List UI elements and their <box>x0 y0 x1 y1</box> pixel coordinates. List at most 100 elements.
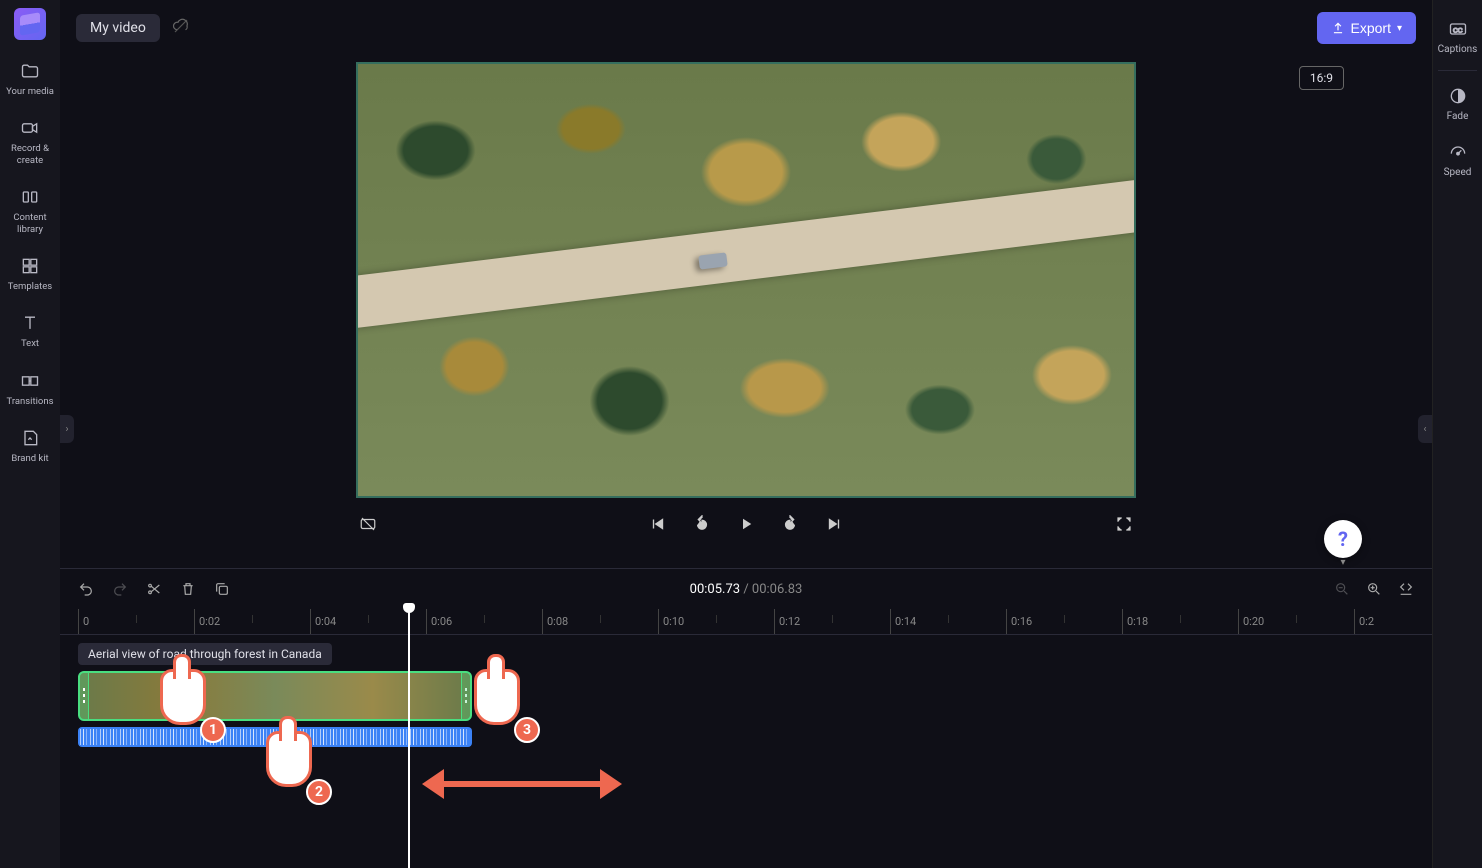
app-logo-icon <box>14 8 46 40</box>
ruler-mark: 0:20 <box>1238 609 1264 634</box>
transitions-icon <box>20 370 40 392</box>
fullscreen-button[interactable] <box>1112 512 1136 536</box>
annotation-hand-2: 2 <box>266 731 326 801</box>
speed-icon <box>1448 141 1468 163</box>
video-clip[interactable] <box>78 671 472 721</box>
timeline-toolbar: 00:05.73 / 00:06.83 <box>60 569 1432 609</box>
svg-text:CC: CC <box>1453 27 1463 34</box>
zoom-in-button[interactable] <box>1364 579 1384 599</box>
player-controls: 5 5 <box>356 498 1136 550</box>
timeline-tracks[interactable]: Aerial view of road through forest in Ca… <box>60 635 1432 868</box>
templates-icon <box>20 255 40 277</box>
sidebar-label: Your media <box>6 86 54 97</box>
ruler-mark: 0:12 <box>774 609 800 634</box>
redo-button[interactable] <box>110 579 130 599</box>
sidebar-item-fade[interactable]: Fade <box>1430 77 1482 131</box>
sidebar-item-record[interactable]: Record & create <box>2 109 58 174</box>
ruler-minor-mark <box>484 615 485 623</box>
main-area: My video Export ▾ 16:9 5 <box>60 0 1432 868</box>
delete-button[interactable] <box>178 579 198 599</box>
hide-safe-zone-button[interactable] <box>356 512 380 536</box>
annotation-hand-1: 1 <box>160 669 220 739</box>
upload-icon <box>1331 21 1345 35</box>
fit-timeline-button[interactable] <box>1396 579 1416 599</box>
timeline-ruler[interactable]: 00:020:040:060:080:100:120:140:160:180:2… <box>60 609 1432 635</box>
ruler-minor-mark <box>1180 615 1181 623</box>
ruler-mark: 0:18 <box>1122 609 1148 634</box>
svg-text:5: 5 <box>788 523 791 529</box>
clip-tooltip: Aerial view of road through forest in Ca… <box>78 643 332 665</box>
arrow-line <box>440 781 604 787</box>
ruler-minor-mark <box>948 615 949 623</box>
sidebar-item-media[interactable]: Your media <box>2 52 58 105</box>
rewind-5-button[interactable]: 5 <box>690 512 714 536</box>
forward-5-button[interactable]: 5 <box>778 512 802 536</box>
skip-back-button[interactable] <box>646 512 670 536</box>
collapse-bottom-icon[interactable]: ▾ <box>1324 556 1362 568</box>
chevron-down-icon: ▾ <box>1397 23 1402 34</box>
sidebar-item-library[interactable]: Content library <box>2 178 58 243</box>
split-button[interactable] <box>144 579 164 599</box>
annotation-arrow <box>422 769 622 799</box>
fade-icon <box>1448 85 1468 107</box>
sidebar-item-transitions[interactable]: Transitions <box>2 362 58 415</box>
divider <box>1438 70 1477 71</box>
ruler-mark: 0:10 <box>658 609 684 634</box>
help-button[interactable]: ? <box>1324 520 1362 558</box>
ruler-mark: 0:02 <box>194 609 220 634</box>
ruler-mark: 0:04 <box>310 609 336 634</box>
sidebar-label: Captions <box>1438 44 1478 56</box>
sidebar-item-captions[interactable]: CC Captions <box>1430 10 1482 64</box>
sidebar-item-speed[interactable]: Speed <box>1430 133 1482 187</box>
camera-icon <box>20 117 40 139</box>
annotation-badge: 1 <box>200 717 226 743</box>
timecode: 00:05.73 / 00:06.83 <box>690 582 803 597</box>
sidebar-label: Speed <box>1444 167 1472 179</box>
library-icon <box>20 186 40 208</box>
ruler-minor-mark <box>1296 615 1297 623</box>
ruler-mark: 0:16 <box>1006 609 1032 634</box>
ruler-minor-mark <box>252 615 253 623</box>
ruler-minor-mark <box>716 615 717 623</box>
annotation-badge: 2 <box>306 779 332 805</box>
sidebar-item-text[interactable]: Text <box>2 304 58 357</box>
preview-canvas[interactable] <box>356 62 1136 498</box>
sidebar-label: Templates <box>8 281 52 292</box>
left-sidebar: Your media Record & create Content libra… <box>0 0 60 868</box>
question-icon: ? <box>1338 527 1348 551</box>
project-title[interactable]: My video <box>76 14 160 42</box>
ruler-mark: 0:2 <box>1354 609 1374 634</box>
hand-icon <box>474 669 520 725</box>
ruler-minor-mark <box>600 615 601 623</box>
annotation-hand-3: 3 <box>474 669 534 739</box>
sidebar-item-templates[interactable]: Templates <box>2 247 58 300</box>
ruler-mark: 0 <box>78 609 89 634</box>
undo-button[interactable] <box>76 579 96 599</box>
play-button[interactable] <box>734 512 758 536</box>
sidebar-item-brand[interactable]: Brand kit <box>2 419 58 472</box>
clip-handle-left[interactable] <box>83 688 85 704</box>
preview-area: 5 5 <box>60 56 1432 568</box>
playhead[interactable] <box>408 609 410 868</box>
expand-right-panel-button[interactable]: ‹ <box>1418 415 1432 443</box>
ruler-minor-mark <box>368 615 369 623</box>
captions-icon: CC <box>1448 18 1468 40</box>
ruler-minor-mark <box>832 615 833 623</box>
ruler-minor-mark <box>136 615 137 623</box>
ruler-mark: 0:08 <box>542 609 568 634</box>
svg-text:5: 5 <box>700 523 703 529</box>
copy-button[interactable] <box>212 579 232 599</box>
arrow-right-icon <box>600 769 622 799</box>
sidebar-label: Brand kit <box>11 453 48 464</box>
cloud-sync-icon[interactable] <box>172 17 190 39</box>
sidebar-label: Record & create <box>4 143 56 166</box>
skip-forward-button[interactable] <box>822 512 846 536</box>
clip-handle-right[interactable] <box>465 688 467 704</box>
export-button[interactable]: Export ▾ <box>1317 12 1417 44</box>
sidebar-label: Transitions <box>7 396 54 407</box>
sidebar-label: Text <box>21 338 39 349</box>
export-label: Export <box>1351 20 1391 36</box>
zoom-out-button[interactable] <box>1332 579 1352 599</box>
folder-icon <box>20 60 40 82</box>
aspect-ratio-button[interactable]: 16:9 <box>1299 66 1344 90</box>
